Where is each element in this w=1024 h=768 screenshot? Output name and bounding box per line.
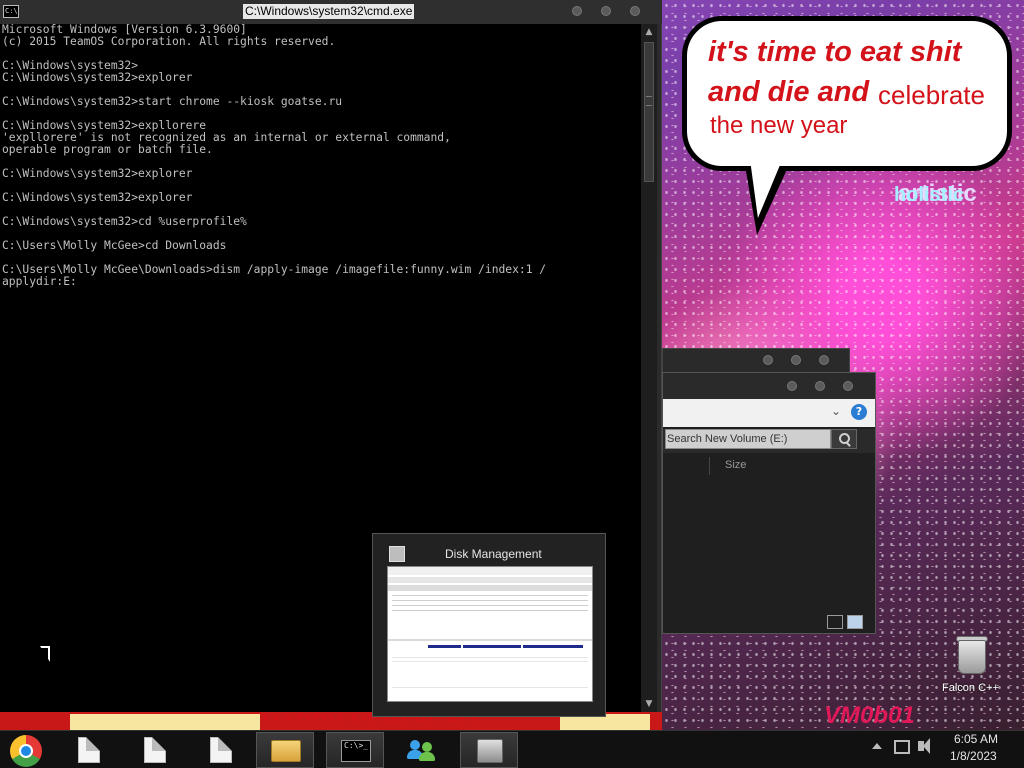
bubble-text-line2-rest: celebrate — [878, 80, 985, 110]
minimize-button[interactable] — [572, 6, 582, 16]
console-line: C:\Users\Molly McGee>cd Downloads — [2, 239, 227, 252]
taskbar-messenger-button[interactable] — [392, 732, 450, 768]
wallpaper-watermark: VM0b01 — [824, 702, 915, 729]
address-bar[interactable]: ⌄ ? — [663, 399, 875, 427]
cmd-icon[interactable]: C:\ — [3, 5, 19, 18]
scrollbar-thumb[interactable] — [644, 42, 654, 182]
console-line: operable program or batch file. — [2, 143, 213, 156]
scroll-up-arrow-icon[interactable]: ▲ — [641, 24, 657, 40]
search-icon[interactable] — [831, 429, 857, 449]
disk-management-icon — [477, 739, 503, 763]
maximize-button[interactable] — [815, 381, 825, 391]
taskbar-disk-management-button[interactable] — [460, 732, 518, 768]
console-line: C:\Users\Molly McGee\Downloads>dism /app… — [2, 263, 547, 276]
chrome-icon — [10, 735, 42, 767]
network-icon[interactable] — [894, 740, 910, 754]
clock-time[interactable]: 6:05 AM — [954, 732, 998, 746]
minimize-button[interactable] — [787, 381, 797, 391]
clock-date[interactable]: 1/8/2023 — [950, 749, 997, 763]
minimize-button[interactable] — [763, 355, 773, 365]
close-button[interactable] — [819, 355, 829, 365]
scroll-down-arrow-icon[interactable]: ▼ — [641, 696, 657, 712]
taskbar-document-button[interactable] — [192, 732, 250, 768]
taskbar-chrome-button[interactable] — [0, 732, 58, 768]
scrollbar-grip-icon — [646, 96, 652, 106]
search-input[interactable]: Search New Volume (E:) — [665, 429, 831, 449]
console-line: C:\Windows\system32>explorer — [2, 167, 193, 180]
window-title: C:\Windows\system32\cmd.exe — [243, 4, 415, 19]
recycle-bin-label[interactable]: Falcon C++ — [942, 682, 999, 694]
bubble-text-line3: the new year — [710, 112, 848, 139]
volume-icon[interactable] — [918, 738, 930, 754]
details-view-icon[interactable] — [827, 615, 843, 629]
explorer-window-behind[interactable] — [662, 348, 850, 374]
column-divider[interactable] — [709, 457, 710, 475]
bubble-text-line1: it's time to eat shit — [708, 36, 962, 68]
document-icon — [78, 737, 100, 763]
disk-management-icon — [389, 546, 405, 562]
maximize-button[interactable] — [601, 6, 611, 16]
maximize-button[interactable] — [791, 355, 801, 365]
cmd-icon: C:\>_ — [341, 740, 371, 762]
taskbar-thumbnail-preview[interactable]: Disk Management — [372, 533, 606, 717]
explorer-window[interactable]: ⌄ ? Search New Volume (E:) Size — [662, 372, 876, 634]
taskbar-file-explorer-button[interactable] — [256, 732, 314, 768]
recycle-bin-icon[interactable] — [952, 634, 992, 678]
document-icon — [210, 737, 232, 763]
taskbar-document-button[interactable] — [60, 732, 118, 768]
taskbar-cmd-button[interactable]: C:\>_ — [326, 732, 384, 768]
console-line: C:\Windows\system32>cd %userprofile% — [2, 215, 247, 228]
system-tray: 6:05 AM 1/8/2023 — [868, 730, 1024, 768]
console-line: C:\Windows\system32>start chrome --kiosk… — [2, 95, 343, 108]
document-icon — [144, 737, 166, 763]
people-icon — [406, 738, 436, 762]
folder-icon — [271, 740, 301, 762]
taskbar-document-button[interactable] — [126, 732, 184, 768]
thumbnail-title: Disk Management — [445, 547, 542, 561]
vertical-scrollbar[interactable]: ▲ ▼ — [641, 24, 657, 712]
explorer-titlebar[interactable] — [663, 373, 875, 399]
large-icons-view-icon[interactable] — [847, 615, 863, 629]
search-row: Search New Volume (E:) — [663, 429, 875, 453]
console-line: applydir:E: — [2, 275, 77, 288]
thumbnail-image[interactable] — [387, 566, 593, 702]
help-icon[interactable]: ? — [851, 404, 867, 420]
column-header-size[interactable]: Size — [725, 459, 746, 471]
close-button[interactable] — [630, 6, 640, 16]
cmd-titlebar[interactable]: C:\ C:\Windows\system32\cmd.exe — [0, 0, 662, 24]
console-line: (c) 2015 TeamOS Corporation. All rights … — [2, 35, 336, 48]
console-line: C:\Windows\system32>explorer — [2, 71, 193, 84]
file-list[interactable] — [663, 475, 875, 633]
chevron-down-icon[interactable]: ⌄ — [831, 404, 841, 418]
show-hidden-icons-icon[interactable] — [872, 743, 882, 749]
bubble-text-line2-bold: and die and — [708, 76, 870, 108]
mouse-cursor-shadow — [41, 648, 48, 661]
close-button[interactable] — [843, 381, 853, 391]
column-headers: Size — [663, 457, 875, 475]
console-text: Microsoft Windows [Version 6.3.9600] (c)… — [0, 24, 641, 288]
console-line: C:\Windows\system32>explorer — [2, 191, 193, 204]
wallpaper-sign-holistic: holistic — [894, 184, 965, 206]
